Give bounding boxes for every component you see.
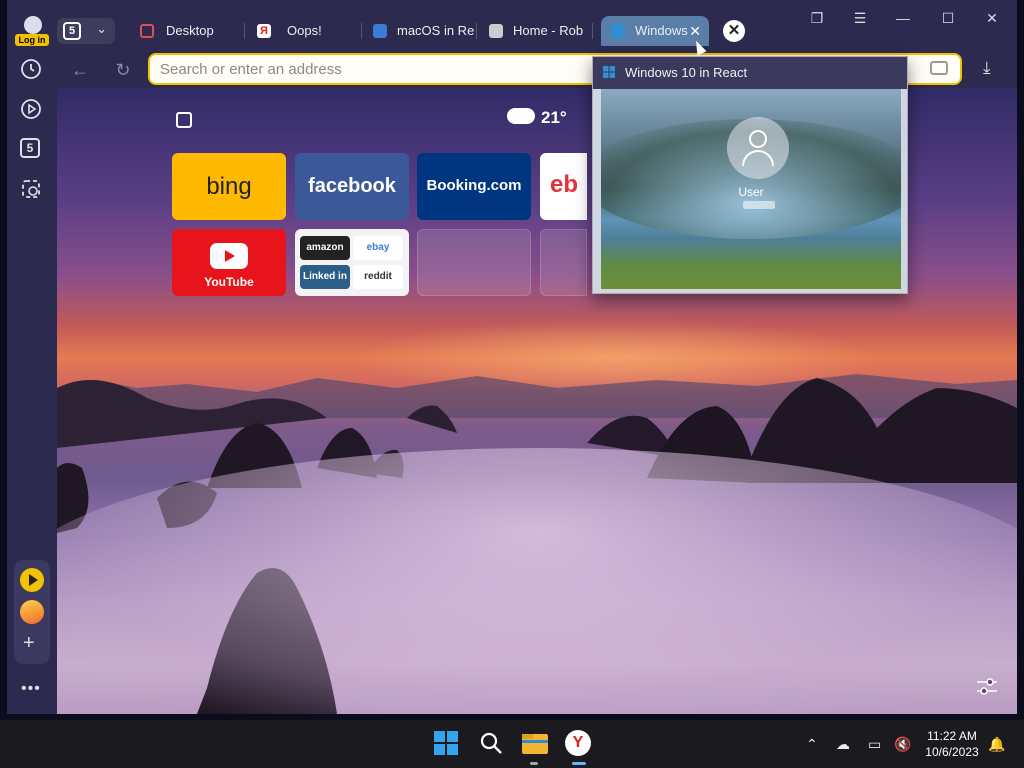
- signin-button: [743, 201, 775, 209]
- minimize-icon[interactable]: —: [891, 10, 915, 26]
- tab-home-rob[interactable]: Home - Rob: [489, 16, 593, 46]
- bookmarks-icon[interactable]: ❐: [805, 10, 829, 27]
- user-avatar-icon: [24, 16, 42, 34]
- windows-icon: [611, 24, 625, 38]
- tab-macos[interactable]: macOS in Re: [373, 16, 477, 46]
- tab-preview-popover: Windows 10 in React User: [592, 56, 908, 294]
- tab-oops[interactable]: Я Oops!: [257, 16, 362, 46]
- notification-bell-icon[interactable]: 🔔: [988, 736, 1005, 753]
- music-app-icon[interactable]: [20, 568, 44, 592]
- yandex-browser-icon[interactable]: Y: [565, 730, 593, 758]
- cloud-sea: [57, 448, 1017, 714]
- tab-count-button[interactable]: 5 ⌄: [57, 18, 115, 44]
- profile-button[interactable]: Log in: [15, 10, 51, 46]
- tile-ebay-label: eb: [550, 171, 579, 198]
- monitor-icon: [140, 24, 154, 38]
- weather-app-icon[interactable]: [20, 600, 44, 624]
- yandex-icon: Я: [257, 24, 271, 38]
- tile-facebook-label: facebook: [308, 175, 396, 197]
- clock-time: 11:22 AM: [927, 729, 977, 743]
- tile-ebay[interactable]: eb: [540, 153, 587, 220]
- mini-ebay[interactable]: ebay: [353, 236, 403, 260]
- windows-logo-icon: [603, 65, 615, 78]
- more-icon[interactable]: •••: [21, 680, 41, 698]
- browser-running-indicator: [572, 762, 586, 765]
- tile-shopping-group[interactable]: amazon ebay Linked in reddit: [295, 229, 409, 296]
- add-app-icon[interactable]: +: [23, 632, 35, 655]
- play-circle-icon[interactable]: [20, 98, 42, 120]
- page-icon: [489, 24, 503, 38]
- tab-label: Desktop: [166, 23, 214, 38]
- side-panel: 5 + •••: [7, 52, 57, 714]
- tray-chevron-up-icon[interactable]: ⌃: [806, 736, 818, 753]
- chevron-down-icon: ⌄: [96, 21, 107, 36]
- maximize-icon[interactable]: ☐: [936, 10, 960, 27]
- close-window-icon[interactable]: ✕: [980, 10, 1004, 27]
- network-icon[interactable]: ▭: [868, 736, 881, 753]
- camera-icon[interactable]: [930, 61, 948, 75]
- tab-label: Windows: [635, 23, 688, 38]
- taskbar: Y ⌃ ☁ ▭ 🔇 11:22 AM 10/6/2023 🔔: [0, 720, 1024, 768]
- tile-bing[interactable]: bing: [172, 153, 286, 220]
- tab-label: macOS in Re: [397, 23, 475, 38]
- start-button-icon[interactable]: [433, 730, 461, 758]
- back-arrow-icon[interactable]: ←: [67, 58, 93, 82]
- tile-empty-2[interactable]: [540, 229, 587, 296]
- user-avatar-icon: [727, 117, 789, 179]
- apps-dock: +: [14, 560, 50, 664]
- tab-label: Home - Rob: [513, 23, 584, 38]
- tab-count: 5: [63, 22, 81, 40]
- mini-reddit[interactable]: reddit: [353, 265, 403, 289]
- tile-youtube-label: YouTube: [204, 275, 254, 289]
- file-explorer-icon[interactable]: [521, 730, 549, 758]
- weather-temperature: 21°: [541, 108, 567, 127]
- customize-icon[interactable]: [977, 678, 997, 701]
- macos-icon: [373, 24, 387, 38]
- tile-facebook[interactable]: facebook: [295, 153, 409, 220]
- browser-window: 21° bing facebook Booking.com eb YouTube…: [7, 0, 1017, 714]
- preview-user-name: User: [738, 185, 764, 199]
- mini-amazon[interactable]: amazon: [300, 236, 350, 260]
- screenshot-icon[interactable]: [20, 178, 42, 200]
- preview-thumbnail[interactable]: User: [601, 89, 901, 289]
- weather-widget[interactable]: 21°: [507, 108, 567, 128]
- desktop-screen: { "tabstrip": { "profile_badge": "Log in…: [0, 0, 1024, 768]
- tab-desktop[interactable]: Desktop: [140, 16, 245, 46]
- close-all-icon[interactable]: ✕: [723, 20, 745, 42]
- tabs-count-side[interactable]: 5: [20, 138, 40, 158]
- tile-booking-label: Booking.com: [426, 177, 522, 194]
- volume-muted-icon[interactable]: 🔇: [894, 736, 911, 753]
- taskbar-clock[interactable]: 11:22 AM 10/6/2023: [918, 728, 986, 760]
- download-icon[interactable]: ⤓: [983, 58, 991, 78]
- reload-icon[interactable]: ↻: [110, 58, 136, 82]
- preview-title: Windows 10 in React: [593, 57, 907, 89]
- clock-date: 10/6/2023: [925, 745, 979, 759]
- mini-linkedin[interactable]: Linked in: [300, 265, 350, 289]
- tile-youtube[interactable]: YouTube: [172, 229, 286, 296]
- history-icon[interactable]: [20, 58, 42, 80]
- explorer-running-indicator: [530, 762, 538, 765]
- tile-bing-label: bing: [206, 173, 252, 200]
- tile-booking[interactable]: Booking.com: [417, 153, 531, 220]
- tile-empty-1[interactable]: [417, 229, 531, 296]
- onedrive-icon[interactable]: ☁: [836, 736, 850, 753]
- tab-strip: Log in 5 ⌄ Desktop Я Oops! macOS in Re H…: [7, 0, 1017, 52]
- menu-icon[interactable]: ☰: [848, 10, 872, 27]
- cloud-icon: [507, 108, 535, 124]
- ntp-layout-icon[interactable]: [176, 112, 192, 128]
- tab-label: Oops!: [287, 23, 322, 38]
- login-badge: Log in: [15, 34, 49, 46]
- youtube-play-icon: [210, 243, 248, 269]
- search-icon[interactable]: [478, 730, 506, 758]
